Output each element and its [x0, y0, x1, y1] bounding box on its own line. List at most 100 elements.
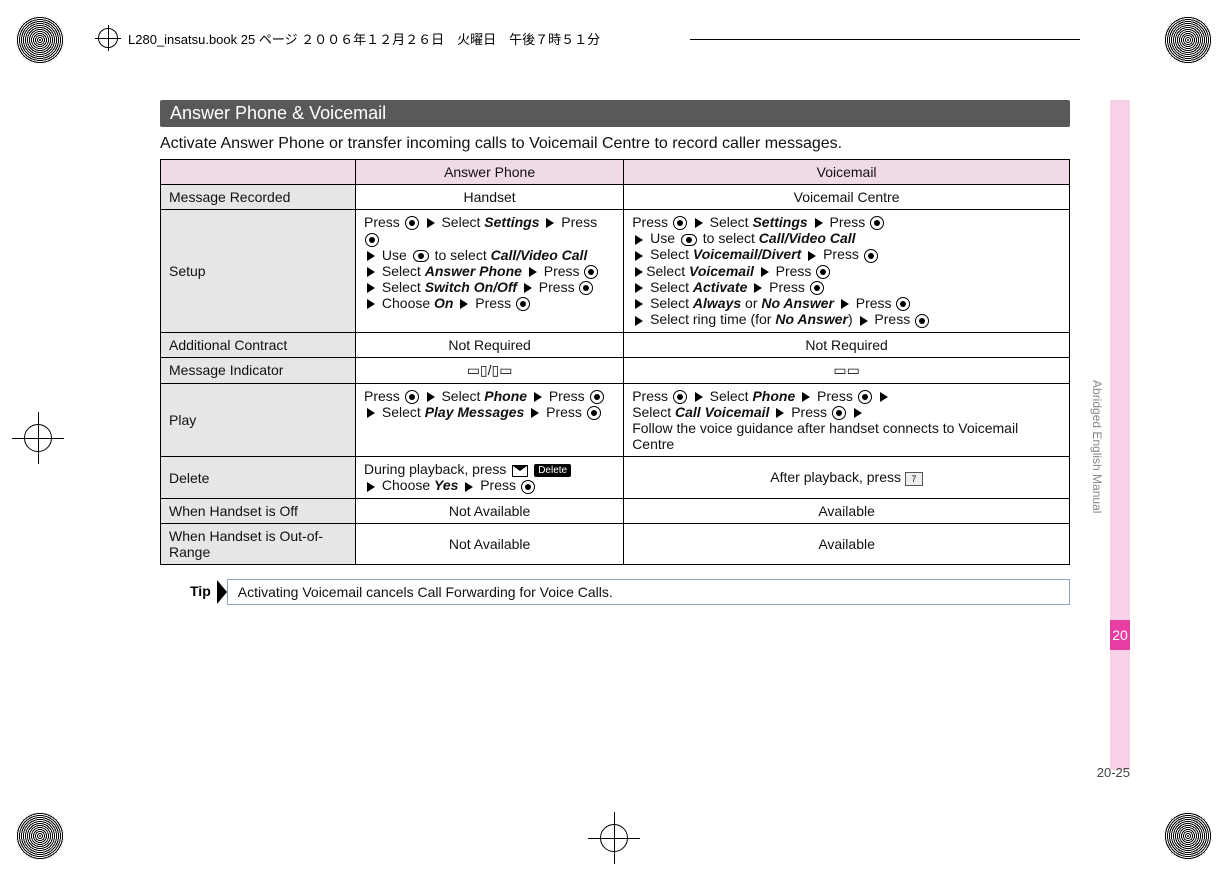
registration-mark-bl: [16, 812, 64, 860]
label-play: Play: [161, 383, 356, 457]
chapter-number: 20: [1110, 620, 1130, 650]
cell-addc-c1: Not Required: [356, 332, 624, 357]
row-message-recorded: Message Recorded Handset Voicemail Centr…: [161, 185, 1070, 210]
cell-delete-c2: After playback, press 7: [624, 457, 1070, 498]
center-key-icon: [832, 406, 846, 420]
center-key-icon: [579, 281, 593, 295]
row-handset-off: When Handset is Off Not Available Availa…: [161, 498, 1070, 523]
center-key-icon: [673, 390, 687, 404]
row-setup: Setup Press Select Settings Press Use to…: [161, 210, 1070, 333]
header-voicemail: Voicemail: [624, 160, 1070, 185]
side-label: Abridged English Manual: [1090, 380, 1104, 513]
label-out-of-range: When Handset is Out-of-Range: [161, 523, 356, 564]
cell-msgind-c1: ▭▯/▯▭: [356, 357, 624, 383]
tape-icon: ▯▭: [492, 362, 513, 378]
center-key-icon: [516, 297, 530, 311]
arrow-icon: [854, 408, 862, 418]
cell-play-c1: Press Select Phone Press Select Play Mes…: [356, 383, 624, 457]
cell-oor-c2: Available: [624, 523, 1070, 564]
key-7-icon: 7: [905, 472, 923, 486]
label-message-indicator: Message Indicator: [161, 357, 356, 383]
arrow-icon: [635, 299, 643, 309]
center-key-icon: [816, 265, 830, 279]
tip-text: Activating Voicemail cancels Call Forwar…: [227, 579, 1070, 605]
arrow-icon: [761, 267, 769, 277]
cell-msgrec-c1: Handset: [356, 185, 624, 210]
tape-icon: ▭▯: [467, 362, 488, 378]
header-reg-icon: [98, 28, 118, 48]
cell-msgind-c2: ▭▭: [624, 357, 1070, 383]
arrow-icon: [880, 392, 888, 402]
center-key-icon: [896, 297, 910, 311]
arrow-icon: [367, 408, 375, 418]
registration-mark-left: [20, 420, 56, 456]
registration-mark-tr: [1164, 16, 1212, 64]
header-meta-text: L280_insatsu.book 25 ページ ２００６年１２月２６日 火曜日…: [128, 29, 600, 48]
tip-arrow-icon: [217, 580, 227, 604]
center-key-icon: [858, 390, 872, 404]
row-play: Play Press Select Phone Press Select Pla…: [161, 383, 1070, 457]
center-key-icon: [590, 390, 604, 404]
arrow-icon: [635, 316, 643, 326]
header-rule: [690, 39, 1080, 40]
page-content: Answer Phone & Voicemail Activate Answer…: [160, 100, 1070, 605]
cell-setup-c2: Press Select Settings Press Use to selec…: [624, 210, 1070, 333]
arrow-icon: [635, 267, 643, 277]
center-key-icon: [915, 314, 929, 328]
arrow-icon: [635, 283, 643, 293]
arrow-icon: [802, 392, 810, 402]
intro-text: Activate Answer Phone or transfer incomi…: [160, 135, 1070, 153]
table-header-row: Answer Phone Voicemail: [161, 160, 1070, 185]
arrow-icon: [531, 408, 539, 418]
page-number: 20-25: [1097, 765, 1130, 780]
arrow-icon: [695, 218, 703, 228]
arrow-icon: [465, 482, 473, 492]
arrow-icon: [808, 251, 816, 261]
row-message-indicator: Message Indicator ▭▯/▯▭ ▭▭: [161, 357, 1070, 383]
tip-label: Tip: [160, 579, 217, 605]
label-handset-off: When Handset is Off: [161, 498, 356, 523]
registration-mark-br: [1164, 812, 1212, 860]
arrow-icon: [529, 267, 537, 277]
arrow-icon: [695, 392, 703, 402]
cell-oor-c1: Not Available: [356, 523, 624, 564]
print-header: L280_insatsu.book 25 ページ ２００６年１２月２６日 火曜日…: [98, 28, 600, 48]
nav-key-icon: [413, 250, 429, 262]
arrow-icon: [367, 267, 375, 277]
arrow-icon: [635, 251, 643, 261]
label-delete: Delete: [161, 457, 356, 498]
center-key-icon: [405, 216, 419, 230]
registration-mark-tl: [16, 16, 64, 64]
center-key-icon: [673, 216, 687, 230]
row-out-of-range: When Handset is Out-of-Range Not Availab…: [161, 523, 1070, 564]
row-delete: Delete During playback, press Delete Cho…: [161, 457, 1070, 498]
mail-key-icon: [512, 465, 528, 477]
tip-row: Tip Activating Voicemail cancels Call Fo…: [160, 579, 1070, 605]
label-message-recorded: Message Recorded: [161, 185, 356, 210]
arrow-icon: [367, 251, 375, 261]
section-title: Answer Phone & Voicemail: [160, 100, 1070, 127]
arrow-icon: [546, 218, 554, 228]
cell-msgrec-c2: Voicemail Centre: [624, 185, 1070, 210]
label-setup: Setup: [161, 210, 356, 333]
center-key-icon: [521, 480, 535, 494]
delete-softkey-icon: Delete: [534, 464, 571, 477]
arrow-icon: [427, 218, 435, 228]
cell-hsoff-c2: Available: [624, 498, 1070, 523]
arrow-icon: [367, 482, 375, 492]
arrow-icon: [754, 283, 762, 293]
center-key-icon: [365, 233, 379, 247]
arrow-icon: [367, 299, 375, 309]
arrow-icon: [776, 408, 784, 418]
arrow-icon: [524, 283, 532, 293]
comparison-table: Answer Phone Voicemail Message Recorded …: [160, 159, 1070, 565]
cell-addc-c2: Not Required: [624, 332, 1070, 357]
arrow-icon: [367, 283, 375, 293]
header-empty: [161, 160, 356, 185]
nav-key-icon: [681, 234, 697, 246]
arrow-icon: [460, 299, 468, 309]
tape-icon: ▭▭: [833, 362, 859, 378]
label-additional-contract: Additional Contract: [161, 332, 356, 357]
center-key-icon: [870, 216, 884, 230]
arrow-icon: [635, 235, 643, 245]
